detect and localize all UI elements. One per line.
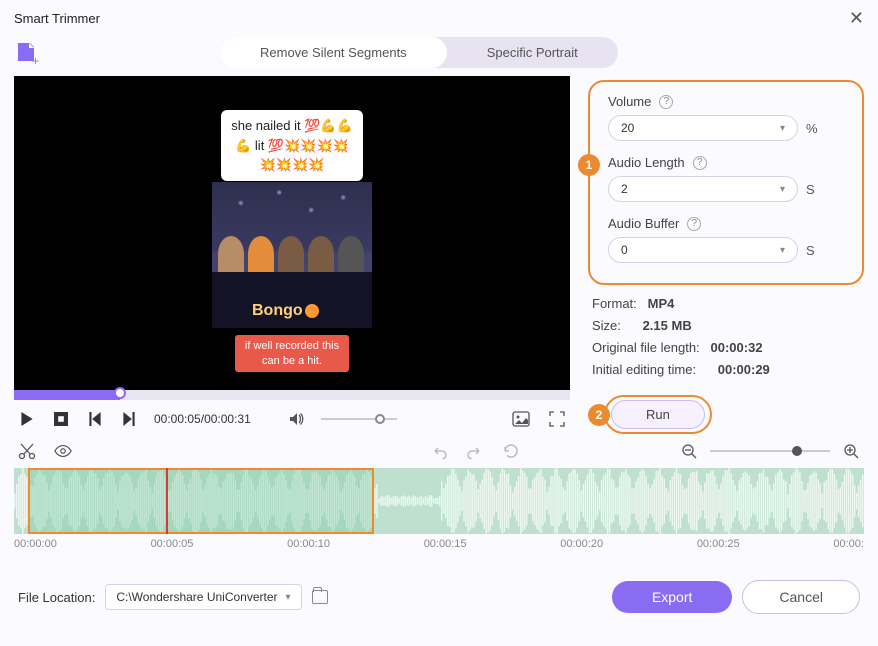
cancel-button[interactable]: Cancel [742, 580, 860, 614]
video-caption: if well recorded this can be a hit. [235, 335, 349, 372]
eye-icon[interactable] [54, 442, 72, 460]
chevron-down-icon: ▾ [780, 245, 785, 256]
video-preview: she nailed it 💯💪💪 💪 lit 💯💥💥💥💥 💥💥💥💥 Bongo… [14, 76, 570, 390]
zoom-slider[interactable] [710, 450, 830, 452]
refresh-icon[interactable] [502, 442, 520, 460]
file-location-select[interactable]: C:\Wondershare UniConverter▾ [105, 584, 301, 610]
help-icon[interactable]: ? [659, 95, 673, 109]
run-button[interactable]: Run [611, 400, 705, 429]
sticker-line: 💪 lit 💯💥💥💥💥 [231, 136, 353, 156]
file-info: Format: MP4 Size: 2.15 MB Original file … [588, 285, 864, 381]
audio-buffer-label: Audio Buffer [608, 216, 679, 231]
audio-length-select[interactable]: 2▾ [608, 176, 798, 202]
help-icon[interactable]: ? [693, 156, 707, 170]
mode-tabs: Remove Silent Segments Specific Portrait [220, 37, 618, 68]
chevron-down-icon: ▾ [780, 123, 785, 134]
prev-frame-icon[interactable] [86, 410, 104, 428]
audio-buffer-select[interactable]: 0▾ [608, 237, 798, 263]
svg-text:+: + [32, 54, 39, 66]
chevron-down-icon: ▾ [780, 184, 785, 195]
playhead[interactable] [166, 468, 168, 534]
sticker-overlay: she nailed it 💯💪💪 💪 lit 💯💥💥💥💥 💥💥💥💥 [221, 110, 363, 181]
buffer-unit: S [806, 243, 815, 258]
fullscreen-icon[interactable] [548, 410, 566, 428]
video-banner-text: Bongo [252, 302, 303, 319]
close-icon[interactable]: ✕ [849, 8, 864, 29]
length-unit: S [806, 182, 815, 197]
volume-label: Volume [608, 94, 651, 109]
zoom-in-icon[interactable] [842, 442, 860, 460]
play-icon[interactable] [18, 410, 36, 428]
step-badge-1: 1 [578, 154, 600, 176]
selection-range[interactable] [28, 468, 374, 534]
tab-specific-portrait[interactable]: Specific Portrait [447, 37, 618, 68]
export-button[interactable]: Export [612, 581, 732, 613]
snapshot-icon[interactable] [512, 410, 530, 428]
audio-length-label: Audio Length [608, 155, 685, 170]
undo-icon[interactable] [430, 442, 448, 460]
browse-folder-icon[interactable] [312, 590, 328, 604]
parameters-panel: 1 Volume? 20▾ % Audio Length? 2▾ S Audio… [588, 80, 864, 285]
stop-icon[interactable] [52, 410, 70, 428]
volume-select[interactable]: 20▾ [608, 115, 798, 141]
volume-slider[interactable] [321, 418, 397, 420]
window-title: Smart Trimmer [14, 11, 100, 26]
volume-unit: % [806, 121, 818, 136]
volume-icon[interactable] [287, 410, 305, 428]
zoom-out-icon[interactable] [680, 442, 698, 460]
redo-icon[interactable] [466, 442, 484, 460]
sticker-line: she nailed it 💯💪💪 [231, 116, 353, 136]
sticker-line: 💥💥💥💥 [231, 155, 353, 175]
scrub-bar[interactable] [14, 390, 570, 400]
app-logo-icon: + [14, 40, 40, 66]
time-display: 00:00:05/00:00:31 [154, 412, 251, 426]
file-location-label: File Location: [18, 590, 95, 605]
chevron-down-icon: ▾ [286, 592, 291, 603]
video-frame: Bongo [212, 182, 372, 328]
cut-icon[interactable] [18, 442, 36, 460]
waveform-timeline[interactable] [14, 468, 864, 534]
next-frame-icon[interactable] [120, 410, 138, 428]
tab-remove-silent[interactable]: Remove Silent Segments [220, 37, 447, 68]
help-icon[interactable]: ? [687, 217, 701, 231]
time-ruler: 00:00:0000:00:0500:00:1000:00:1500:00:20… [0, 534, 878, 550]
